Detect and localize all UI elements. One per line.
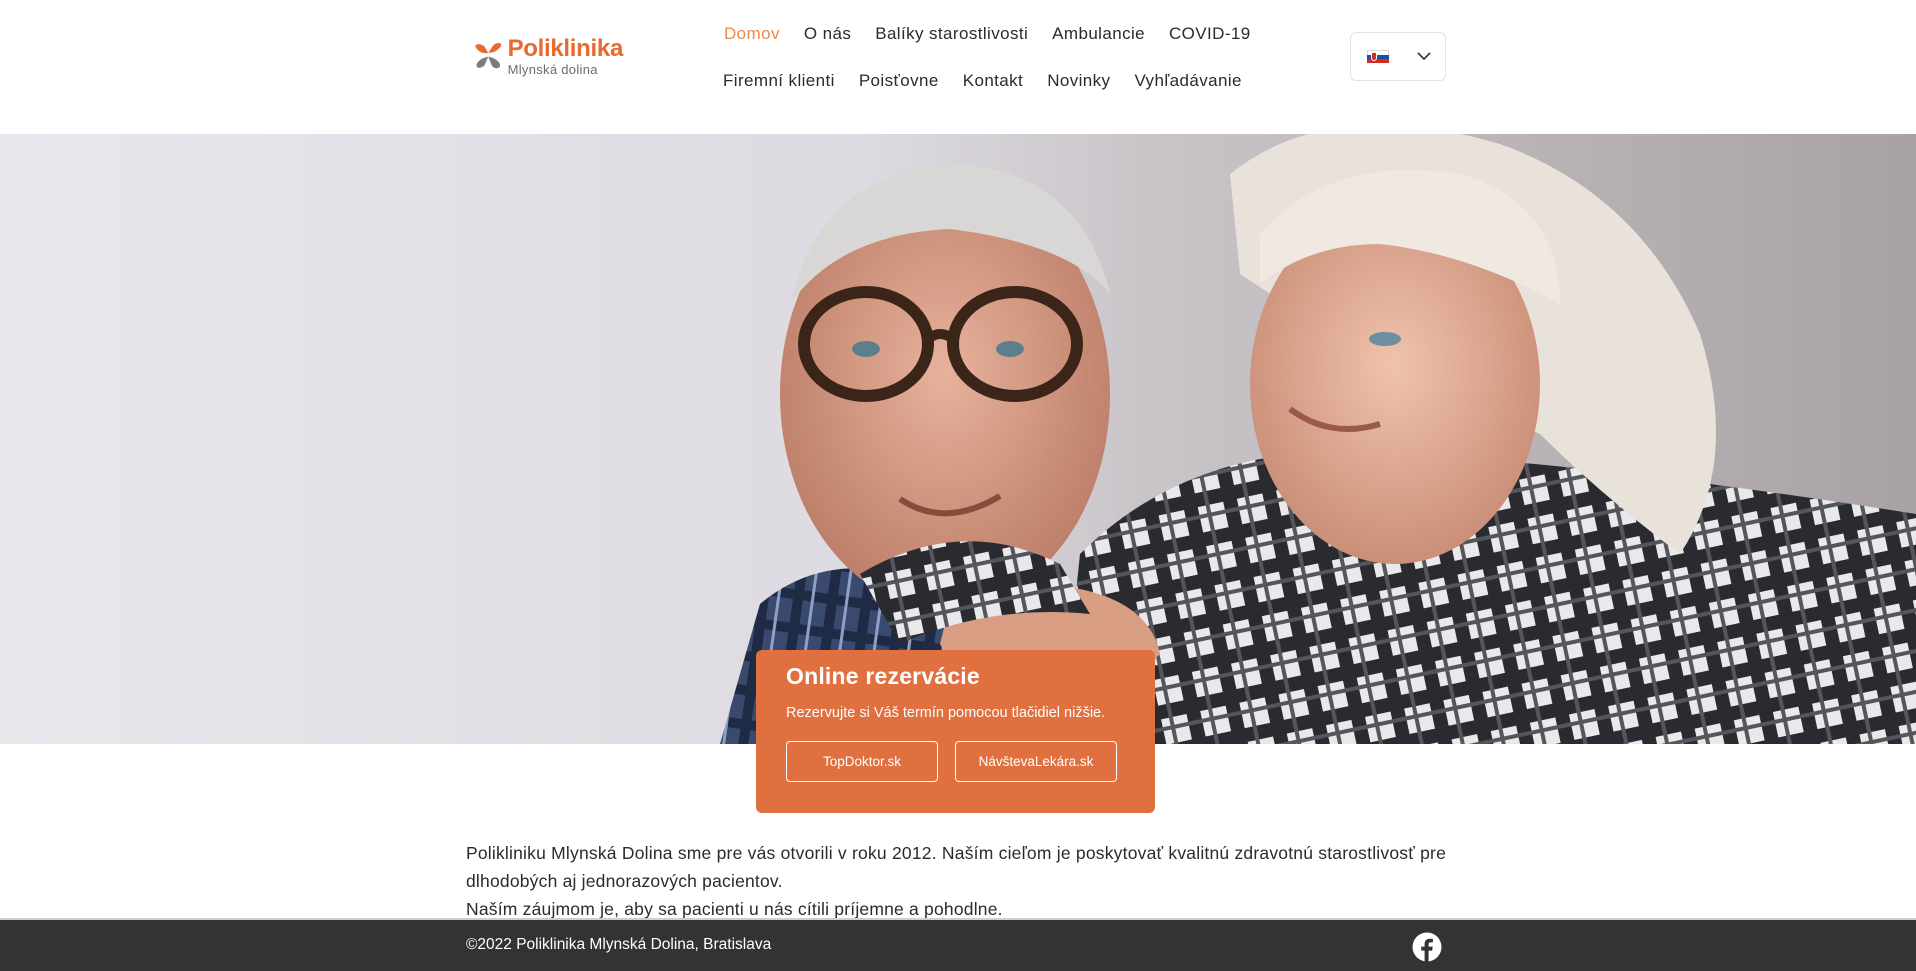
logo-title: Poliklinika <box>507 34 624 62</box>
site-header: Poliklinika Mlynská dolina Domov O nás B… <box>0 0 1916 134</box>
nav-item-firemni-klienti[interactable]: Firemní klienti <box>711 69 847 93</box>
chevron-down-icon <box>1417 52 1431 61</box>
navstevalekara-button[interactable]: NávštevaLekára.sk <box>955 741 1117 782</box>
main-nav-row-1: Domov O nás Balíky starostlivosti Ambula… <box>712 22 1263 46</box>
booking-card: Online rezervácie Rezervujte si Váš term… <box>756 650 1155 813</box>
nav-item-baliky-starostlivosti[interactable]: Balíky starostlivosti <box>863 22 1040 46</box>
nav-item-ambulancie[interactable]: Ambulancie <box>1040 22 1157 46</box>
language-selector[interactable] <box>1350 32 1446 81</box>
intro-paragraph-1: Polikliniku Mlynská Dolina sme pre vás o… <box>466 843 1446 891</box>
nav-item-novinky[interactable]: Novinky <box>1035 69 1122 93</box>
site-footer: ©2022 Poliklinika Mlynská Dolina, Bratis… <box>0 918 1916 971</box>
intro-text: Polikliniku Mlynská Dolina sme pre vás o… <box>466 839 1446 923</box>
slovakia-flag-icon <box>1367 50 1389 63</box>
booking-title: Online rezervácie <box>786 663 980 689</box>
logo-subtitle: Mlynská dolina <box>507 61 598 77</box>
booking-text: Rezervujte si Váš termín pomocou tlačidi… <box>786 705 1106 721</box>
nav-item-kontakt[interactable]: Kontakt <box>951 69 1035 93</box>
nav-item-domov[interactable]: Domov <box>712 22 792 46</box>
nav-item-vyhladavanie[interactable]: Vyhľadávanie <box>1122 69 1253 93</box>
nav-item-poistovne[interactable]: Poisťovne <box>847 69 951 93</box>
booking-buttons: TopDoktor.sk NávštevaLekára.sk <box>786 741 1125 782</box>
footer-copyright: ©2022 Poliklinika Mlynská Dolina, Bratis… <box>466 936 772 953</box>
facebook-icon[interactable] <box>1412 932 1442 962</box>
topdoktor-button[interactable]: TopDoktor.sk <box>786 741 938 782</box>
logo-text: Poliklinika Mlynská dolina <box>507 34 624 77</box>
nav-item-o-nas[interactable]: O nás <box>792 22 863 46</box>
logo[interactable]: Poliklinika Mlynská dolina <box>473 33 623 79</box>
main-nav-row-2: Firemní klienti Poisťovne Kontakt Novink… <box>711 69 1254 93</box>
logo-mark-icon <box>475 42 502 69</box>
nav-item-covid-19[interactable]: COVID-19 <box>1157 22 1263 46</box>
